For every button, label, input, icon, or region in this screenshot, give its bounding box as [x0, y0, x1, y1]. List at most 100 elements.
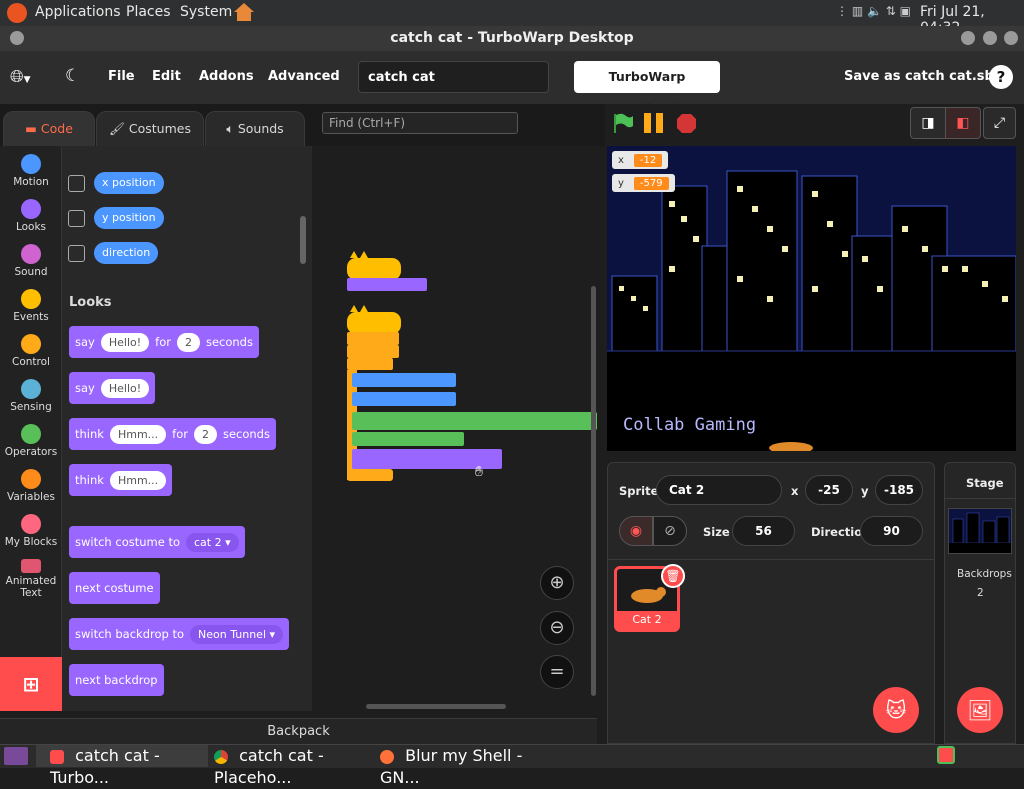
stage-canvas[interactable]: x -12 y -579 Collab Gaming — [607, 146, 1016, 451]
y-position-reporter[interactable]: y position — [94, 207, 164, 229]
direction-input[interactable]: 90 — [860, 516, 923, 546]
zoom-reset-icon[interactable]: = — [540, 655, 574, 689]
find-input[interactable]: Find (Ctrl+F) — [322, 112, 518, 134]
add-extension-button[interactable]: ⊞ — [0, 657, 62, 711]
show-desktop-icon[interactable] — [4, 747, 28, 765]
backpack-bar[interactable]: Backpack — [0, 718, 597, 744]
sprite-list-divider — [607, 559, 935, 560]
save-as-button[interactable]: Save as catch cat.sb3 — [844, 69, 1003, 84]
x-label: x — [791, 484, 799, 498]
taskbar-item-chrome[interactable]: catch cat - Placeho... — [214, 745, 374, 787]
y-monitor[interactable]: y -579 — [612, 174, 675, 192]
category-dot-icon — [21, 514, 41, 534]
say-for-secs-block[interactable]: say Hello! for 2 seconds — [69, 326, 259, 358]
say-block[interactable]: say Hello! — [69, 372, 156, 404]
menu-edit[interactable]: Edit — [152, 69, 181, 84]
stage-panel-divider — [944, 498, 1016, 499]
category-dot-icon — [21, 154, 41, 174]
direction-reporter[interactable]: direction — [94, 242, 159, 264]
think-for-secs-block[interactable]: think Hmm... for 2 seconds — [69, 418, 276, 450]
workspace-vscroll[interactable] — [591, 286, 596, 696]
next-backdrop-block[interactable]: next backdrop — [69, 664, 164, 696]
category-dot-icon — [21, 469, 41, 489]
category-label: My Blocks — [4, 536, 58, 548]
feedback-button[interactable]: TurboWarp Feedback — [574, 61, 720, 116]
category-dot-icon — [21, 559, 41, 573]
tray-turbowarp-icon[interactable] — [937, 746, 955, 764]
delete-sprite-icon[interactable]: 🗑︎ — [661, 564, 685, 588]
fullscreen-button[interactable]: ⤢ — [983, 107, 1016, 139]
next-costume-block[interactable]: next costume — [69, 572, 160, 604]
switch-costume-block[interactable]: switch costume to cat 2 ▾ — [69, 526, 245, 558]
workspace-hscroll[interactable] — [366, 704, 506, 709]
ubuntu-logo-icon[interactable] — [7, 3, 27, 23]
maximize-icon[interactable] — [983, 31, 997, 45]
backdrop-thumb-image — [949, 512, 1011, 553]
status-icons[interactable]: ⋮ ▥ 🔈 ⇅ ▣ — [836, 4, 911, 18]
x-position-checkbox[interactable] — [68, 175, 85, 192]
stop-icon[interactable] — [676, 113, 697, 138]
add-backdrop-button[interactable]: 🖼︎ — [957, 687, 1003, 733]
taskbar-item-turbowarp[interactable]: catch cat - Turbo... — [36, 745, 208, 787]
eye-slash-icon: ⊘ — [664, 523, 676, 539]
menu-places[interactable]: Places — [126, 4, 171, 20]
help-button[interactable]: ? — [989, 65, 1013, 89]
category-animated-text[interactable]: Animated Text — [0, 554, 62, 599]
tab-sounds[interactable]: 🔈︎ Sounds — [205, 111, 305, 146]
zoom-out-icon[interactable]: ⊖ — [540, 611, 574, 645]
palette-scrollbar[interactable] — [300, 216, 306, 264]
category-label: Motion — [13, 176, 49, 188]
size-input[interactable]: 56 — [732, 516, 795, 546]
category-looks[interactable]: Looks — [0, 194, 62, 239]
cat-add-icon: 🐱︎ — [885, 698, 907, 722]
think-block[interactable]: think Hmm... — [69, 464, 173, 496]
taskbar-item-firefox[interactable]: Blur my Shell - GN... — [380, 745, 540, 787]
block-palette[interactable]: x position y position direction Looks sa… — [62, 146, 312, 711]
add-sprite-button[interactable]: 🐱︎ — [873, 687, 919, 733]
category-control[interactable]: Control — [0, 329, 62, 374]
small-stage-button[interactable]: ◨ — [910, 107, 946, 139]
large-stage-button[interactable]: ◧ — [945, 107, 981, 139]
language-globe-icon[interactable]: 🌐︎▼ — [10, 67, 31, 87]
minimize-icon[interactable] — [961, 31, 975, 45]
switch-backdrop-block[interactable]: switch backdrop to Neon Tunnel ▾ — [69, 618, 290, 650]
menu-system[interactable]: System — [180, 4, 232, 20]
x-position-reporter[interactable]: x position — [94, 172, 164, 194]
category-label: Sound — [14, 266, 48, 278]
theme-moon-icon[interactable]: ☾ — [65, 66, 80, 86]
show-sprite-button[interactable]: ◉ — [619, 516, 653, 546]
sprite-name-input[interactable]: Cat 2 — [656, 475, 782, 505]
zoom-in-icon[interactable]: ⊕ — [540, 566, 574, 600]
grab-hand-cursor-icon: ✋︎ — [475, 464, 483, 480]
pause-icon[interactable] — [644, 113, 666, 133]
category-label: Looks — [15, 221, 47, 233]
close-icon[interactable] — [1004, 31, 1018, 45]
green-flag-icon[interactable] — [612, 112, 634, 138]
window-menu-icon[interactable] — [10, 31, 24, 45]
direction-checkbox[interactable] — [68, 245, 85, 262]
stage-panel-title: Stage — [966, 476, 1004, 490]
x-monitor[interactable]: x -12 — [612, 151, 669, 169]
backdrop-thumbnail[interactable] — [948, 508, 1012, 554]
speaker-icon: 🔈︎ — [226, 121, 234, 136]
menu-addons[interactable]: Addons — [199, 69, 254, 84]
category-variables[interactable]: Variables — [0, 464, 62, 509]
hide-sprite-button[interactable]: ⊘ — [653, 516, 687, 546]
category-my-blocks[interactable]: My Blocks — [0, 509, 62, 554]
y-position-checkbox[interactable] — [68, 210, 85, 227]
y-input[interactable]: -185 — [875, 475, 923, 505]
home-folder-icon[interactable] — [233, 2, 255, 22]
menu-applications[interactable]: Applications — [35, 4, 121, 20]
category-events[interactable]: Events — [0, 284, 62, 329]
tab-costumes[interactable]: 🖌︎ Costumes — [96, 111, 204, 146]
tab-code[interactable]: ▬ Code — [3, 111, 95, 146]
menu-advanced[interactable]: Advanced — [268, 69, 340, 84]
menu-file[interactable]: File — [108, 69, 135, 84]
category-motion[interactable]: Motion — [0, 149, 62, 194]
x-input[interactable]: -25 — [805, 475, 853, 505]
category-sound[interactable]: Sound — [0, 239, 62, 284]
project-title-input[interactable]: catch cat — [358, 61, 549, 93]
category-sensing[interactable]: Sensing — [0, 374, 62, 419]
palette-section-looks: Looks — [69, 295, 112, 310]
category-operators[interactable]: Operators — [0, 419, 62, 464]
